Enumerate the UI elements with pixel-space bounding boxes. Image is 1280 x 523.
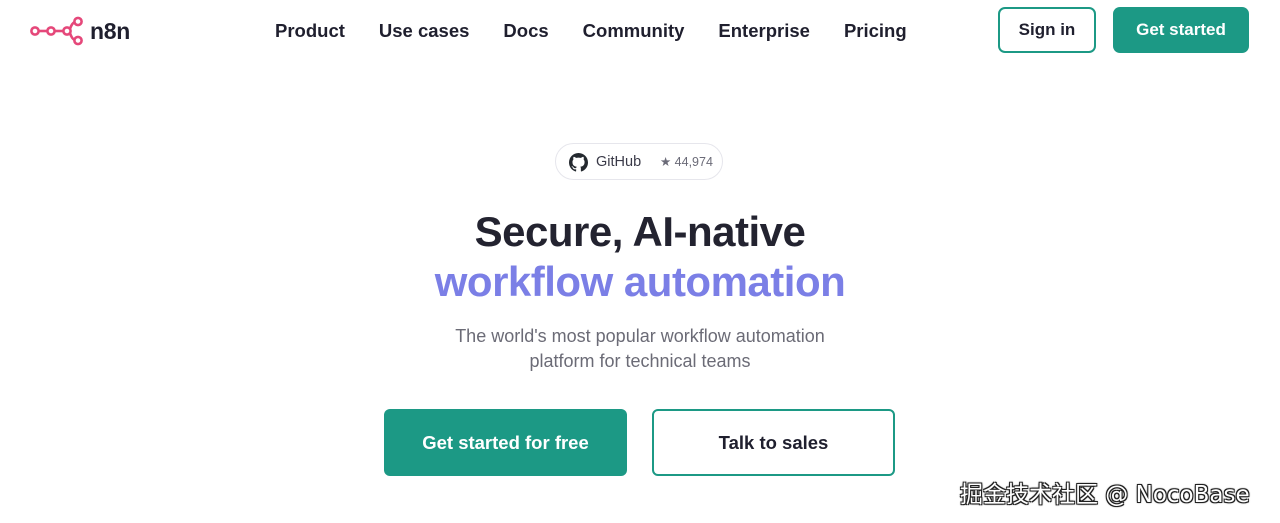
github-stars-badge[interactable]: GitHub ★ 44,974 bbox=[555, 143, 723, 180]
github-star-count: ★ 44,974 bbox=[660, 155, 713, 169]
page: n8n Product Use cases Docs Community Ent… bbox=[0, 0, 1280, 523]
nav-item-product[interactable]: Product bbox=[275, 19, 345, 43]
talk-to-sales-button[interactable]: Talk to sales bbox=[652, 409, 895, 476]
watermark: 掘金技术社区 @ NocoBase bbox=[960, 482, 1250, 508]
hero-title: Secure, AI-native bbox=[474, 208, 806, 255]
n8n-node-logo-icon bbox=[30, 16, 84, 46]
nav-item-pricing[interactable]: Pricing bbox=[844, 19, 907, 43]
get-started-free-button[interactable]: Get started for free bbox=[384, 409, 627, 476]
get-started-button[interactable]: Get started bbox=[1113, 7, 1249, 53]
nav-item-community[interactable]: Community bbox=[583, 19, 685, 43]
nav-item-enterprise[interactable]: Enterprise bbox=[718, 19, 810, 43]
main-nav: Product Use cases Docs Community Enterpr… bbox=[275, 19, 907, 43]
github-label: GitHub bbox=[596, 154, 642, 170]
nav-item-docs[interactable]: Docs bbox=[503, 19, 548, 43]
site-header: n8n Product Use cases Docs Community Ent… bbox=[0, 0, 1280, 62]
sign-in-button[interactable]: Sign in bbox=[998, 7, 1096, 53]
github-icon bbox=[569, 153, 588, 172]
hero-subtitle: The world's most popular workflow automa… bbox=[455, 326, 825, 371]
brand-logo[interactable]: n8n bbox=[30, 16, 130, 46]
brand-name: n8n bbox=[90, 18, 130, 44]
hero-title-accent: workflow automation bbox=[434, 258, 846, 305]
nav-item-use-cases[interactable]: Use cases bbox=[379, 19, 470, 43]
